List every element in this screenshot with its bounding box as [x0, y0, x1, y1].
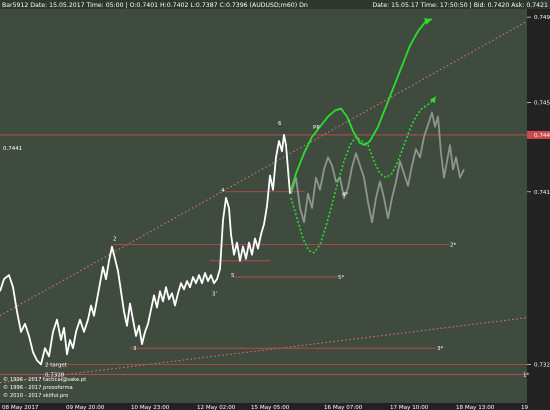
wave-label: 6 — [278, 121, 282, 127]
price-chart[interactable]: Bar5912 Date: 15.05.2017 Time: 05:00 | O… — [0, 0, 550, 410]
wave-label: 5* — [338, 275, 344, 281]
price-tick-label: 0.7457 — [534, 100, 550, 106]
header-left-info: Bar5912 Date: 15.05.2017 Time: 05:00 | O… — [2, 2, 308, 9]
time-tick-label: 12 May 02:00 — [197, 405, 236, 410]
time-tick-label: 08 May 2017 — [2, 405, 39, 410]
wave-label: 5 — [231, 273, 235, 279]
wave-label: 4* — [342, 192, 348, 198]
time-tick-label: 16 May 07:00 — [324, 405, 363, 410]
time-tick-label: 09 May 20:00 — [66, 405, 105, 410]
header-right-info: Date: 15.05.17 Time: 17:50:50 | Bid: 0.7… — [372, 2, 548, 9]
current-price-left-label: 0.7441 — [3, 146, 22, 152]
price-axis-panel[interactable] — [527, 0, 550, 410]
copyright-line: © 1996 - 2017 prosoforma — [3, 384, 73, 391]
price-tick-label: 0.7328 — [534, 362, 550, 368]
time-tick-label: 19 — [521, 405, 529, 410]
time-tick-label: 17 May 10:00 — [390, 405, 429, 410]
wave-label: 4 — [221, 188, 225, 194]
time-tick-label: 18 May 13:00 — [456, 405, 495, 410]
time-tick-label: 10 May 23:00 — [131, 405, 170, 410]
price-tick-label: 0.7499 — [534, 15, 550, 21]
time-tick-label: 15 May 05:00 — [251, 405, 290, 410]
wave-label: 3* — [437, 346, 443, 352]
price-tick-label: 0.7413 — [534, 190, 550, 196]
wave-label: 3 — [133, 346, 137, 352]
wave-label: 1* — [523, 373, 529, 379]
wave-label: 2 — [113, 237, 117, 243]
wave-label: 3' — [212, 291, 217, 297]
wave-label: 2* — [450, 243, 456, 249]
copyright-line: © 1996 - 2017 tactical@sake.pt — [3, 376, 86, 383]
wave-label: PP — [313, 125, 320, 131]
copyright-line: © 2010 - 2017 skilful.pro — [3, 392, 68, 399]
wave-label: 2 target — [45, 362, 68, 368]
current-price-value: 0.7441 — [534, 133, 550, 139]
